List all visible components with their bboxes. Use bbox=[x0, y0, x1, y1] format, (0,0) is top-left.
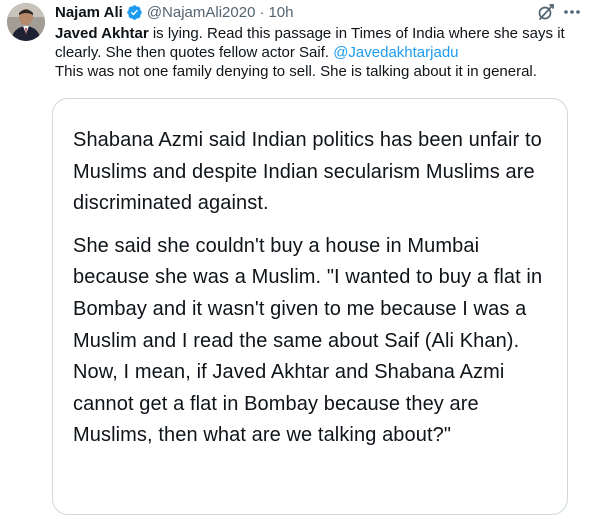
author-name[interactable]: Najam Ali bbox=[55, 4, 123, 21]
grok-icon[interactable] bbox=[536, 2, 556, 22]
tweet-timestamp[interactable]: 10h bbox=[268, 4, 293, 21]
tweet-content: Najam Ali @NajamAli2020 · 10h Javed Akht… bbox=[55, 0, 580, 81]
mention-name: Javed Akhtar bbox=[55, 25, 149, 42]
quote-paragraph-2: She said she couldn't buy a house in Mum… bbox=[73, 234, 543, 447]
tweet-text: Javed Akhtar is lying. Read this passage… bbox=[55, 24, 580, 81]
more-options-icon[interactable] bbox=[562, 2, 582, 22]
avatar-image bbox=[7, 3, 45, 41]
header-actions bbox=[536, 2, 582, 22]
tweet[interactable]: Najam Ali @NajamAli2020 · 10h Javed Akht… bbox=[0, 0, 589, 519]
quoted-passage-card[interactable]: Shabana Azmi said Indian politics has be… bbox=[52, 98, 568, 515]
quote-paragraph-1: Shabana Azmi said Indian politics has be… bbox=[73, 129, 542, 215]
author-avatar[interactable] bbox=[7, 3, 45, 41]
header-separator: · bbox=[259, 3, 265, 21]
tweet-text-part2: This was not one family denying to sell.… bbox=[55, 63, 537, 80]
tweet-header: Najam Ali @NajamAli2020 · 10h bbox=[55, 0, 580, 24]
quoted-passage-text: Shabana Azmi said Indian politics has be… bbox=[73, 125, 553, 452]
author-handle[interactable]: @NajamAli2020 bbox=[147, 4, 256, 21]
verified-badge-icon bbox=[126, 4, 143, 21]
mention-link[interactable]: @Javedakhtarjadu bbox=[333, 44, 458, 61]
